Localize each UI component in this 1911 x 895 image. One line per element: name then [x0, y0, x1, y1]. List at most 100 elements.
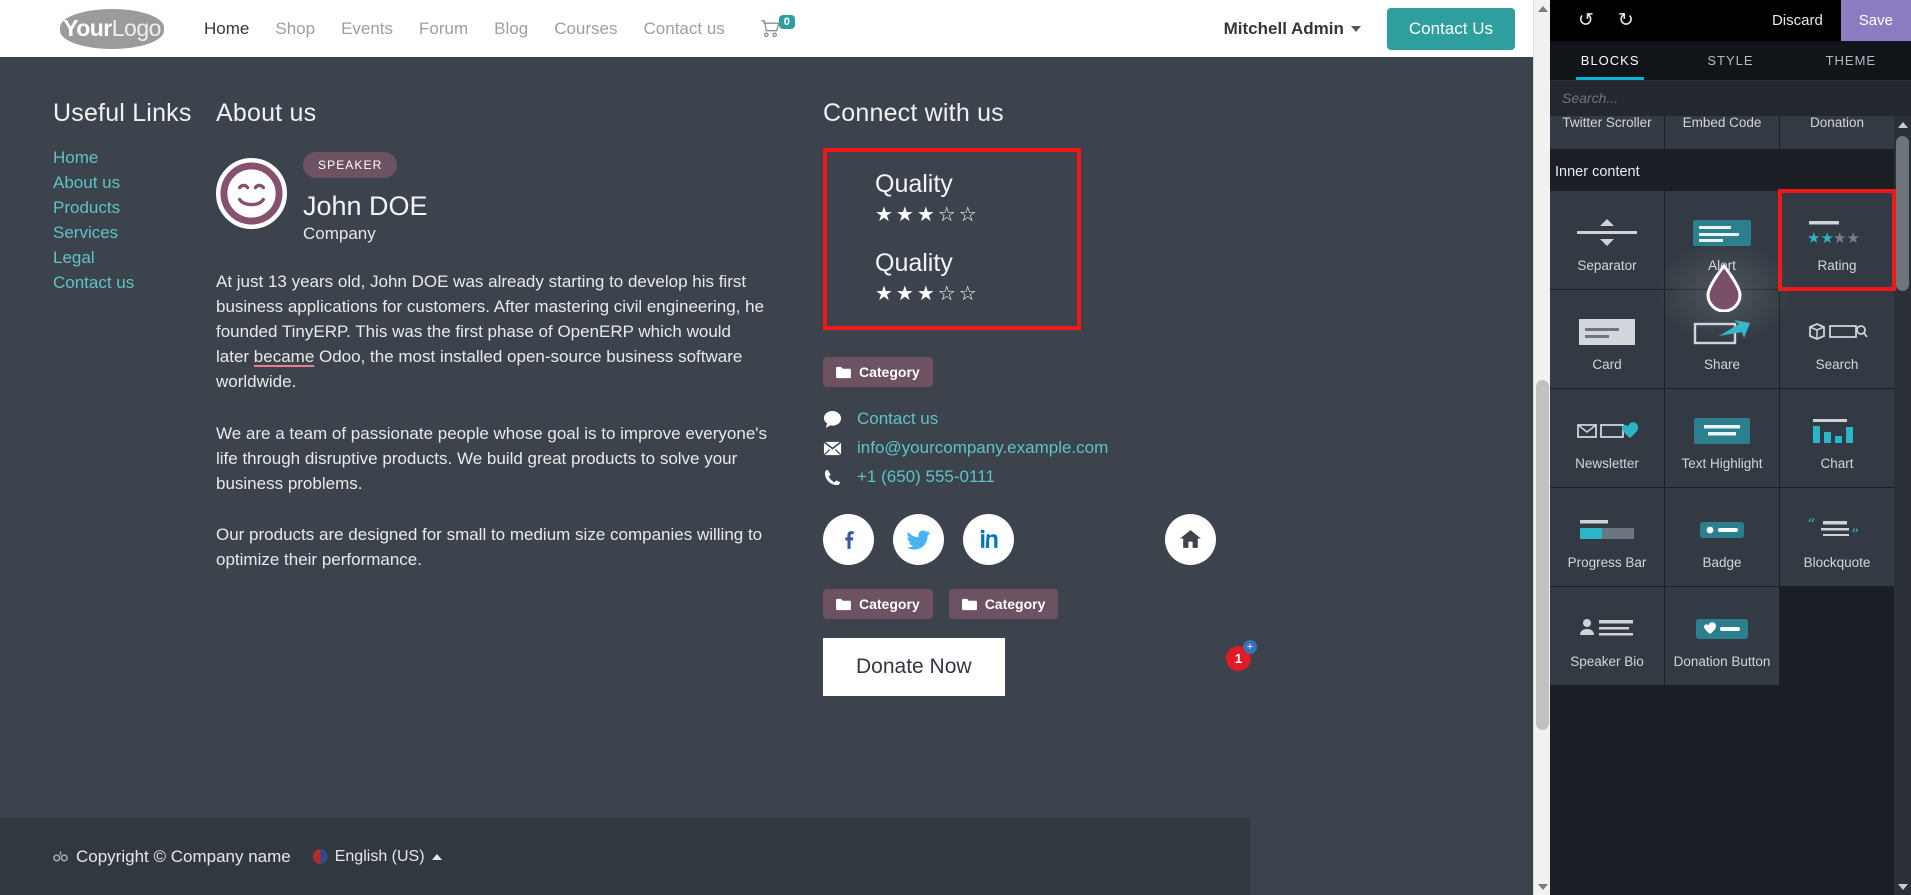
rating-label: Quality [875, 249, 953, 277]
social-linkedin[interactable] [963, 514, 1014, 565]
triangle-up-icon [1537, 5, 1548, 12]
snippet-search-block[interactable]: Search [1780, 290, 1894, 388]
language-label: English (US) [334, 847, 425, 865]
list-item: Home [53, 148, 208, 168]
cart-button[interactable]: 0 [759, 14, 795, 39]
social-home[interactable] [1165, 514, 1216, 565]
snippet-separator[interactable]: Separator [1550, 191, 1664, 289]
contact-item-phone: +1 (650) 555-0111 [823, 467, 1533, 487]
envelope-icon [823, 440, 842, 456]
snippet-search-wrapper [1550, 81, 1911, 116]
triangle-up-icon [1897, 121, 1908, 128]
contact-link-contact-us[interactable]: Contact us [857, 409, 938, 429]
undo-button[interactable]: ↺ [1566, 11, 1606, 30]
tab-style[interactable]: STYLE [1670, 41, 1790, 80]
footer-link-home[interactable]: Home [53, 148, 98, 167]
language-selector[interactable]: English (US) [312, 847, 442, 866]
scroll-down-button[interactable] [1534, 878, 1551, 895]
scroll-up-button[interactable] [1534, 0, 1551, 17]
chevron-up-icon [431, 853, 442, 860]
snippet-label: Rating [1817, 258, 1857, 273]
rating-block-selection[interactable]: Quality ★★★☆☆ Quality ★★★☆☆ [823, 148, 1081, 330]
footer-link-about-us[interactable]: About us [53, 173, 120, 192]
snippet-chart[interactable]: Chart [1780, 389, 1894, 487]
blockquote-icon: “” [1807, 510, 1867, 550]
footer-link-legal[interactable]: Legal [53, 248, 95, 267]
rating-block-1[interactable]: Quality ★★★☆☆ [875, 170, 1029, 227]
rating-block-2[interactable]: Quality ★★★☆☆ [875, 249, 1029, 306]
nav-item-home[interactable]: Home [204, 19, 249, 39]
donate-now-button[interactable]: Donate Now [823, 638, 1005, 696]
snippet-twitter-scroller[interactable]: Twitter Scroller [1550, 116, 1664, 149]
speaker-badge: SPEAKER [303, 152, 398, 178]
search-block-icon [1806, 312, 1868, 352]
nav-item-forum[interactable]: Forum [419, 19, 468, 39]
search-input[interactable] [1562, 90, 1899, 106]
nav-item-contact-us[interactable]: Contact us [644, 19, 725, 39]
snippet-badge[interactable]: Badge [1665, 488, 1779, 586]
discard-button[interactable]: Discard [1754, 0, 1841, 41]
contact-link-phone[interactable]: +1 (650) 555-0111 [857, 467, 995, 487]
svg-text:★★: ★★ [1833, 229, 1860, 247]
snippet-rating[interactable]: ★★ ★★ Rating [1778, 189, 1896, 291]
rating-stars[interactable]: ★★★☆☆ [875, 202, 1029, 227]
svg-text:“: “ [1807, 517, 1815, 534]
user-menu[interactable]: Mitchell Admin [1224, 19, 1361, 39]
snippet-label: Speaker Bio [1570, 654, 1644, 669]
nav-item-blog[interactable]: Blog [494, 19, 528, 39]
social-links [823, 514, 1533, 565]
category-badge-row-bottom: Category Category [823, 589, 1533, 619]
tab-theme[interactable]: THEME [1791, 41, 1911, 80]
scrollbar-thumb[interactable] [1536, 380, 1549, 730]
snippet-speaker-bio[interactable]: Speaker Bio [1550, 587, 1664, 685]
add-snippet-icon[interactable]: + [1243, 640, 1257, 654]
folder-icon [836, 598, 851, 610]
save-button[interactable]: Save [1840, 0, 1911, 41]
panel-scroll-up[interactable] [1894, 116, 1911, 133]
snippet-share[interactable]: Share [1665, 290, 1779, 388]
panel-scrollbar[interactable] [1894, 116, 1911, 895]
category-badge[interactable]: Category [948, 589, 1059, 619]
snippet-card[interactable]: Card [1550, 290, 1664, 388]
panel-scroll-down[interactable] [1894, 878, 1911, 895]
panel-scrollbar-thumb[interactable] [1896, 136, 1909, 291]
nav-item-shop[interactable]: Shop [275, 19, 315, 39]
site-logo[interactable]: Your Logo [60, 8, 164, 49]
snippet-newsletter[interactable]: Newsletter [1550, 389, 1664, 487]
nav-item-courses[interactable]: Courses [554, 19, 617, 39]
snippet-label: Donation [1809, 116, 1865, 130]
comment-icon [823, 410, 842, 428]
contact-link-email[interactable]: info@yourcompany.example.com [857, 438, 1108, 458]
nav-item-events[interactable]: Events [341, 19, 393, 39]
contact-item-email: info@yourcompany.example.com [823, 438, 1533, 458]
category-badge[interactable]: Category [823, 357, 933, 387]
snippet-text-highlight[interactable]: Text Highlight [1665, 389, 1779, 487]
snippet-blockquote[interactable]: “” Blockquote [1780, 488, 1894, 586]
snippet-label: Share [1703, 357, 1741, 372]
snippet-embed-code[interactable]: Embed Code [1665, 116, 1779, 149]
contact-us-button[interactable]: Contact Us [1386, 7, 1515, 50]
category-badge[interactable]: Category [823, 589, 933, 619]
footer-link-services[interactable]: Services [53, 223, 118, 242]
footer-link-contact-us[interactable]: Contact us [53, 273, 134, 292]
contact-list: Contact us info@yourcompany.example.com … [823, 409, 1533, 487]
flag-icon [312, 849, 328, 864]
snippet-donation-button[interactable]: Donation Button [1665, 587, 1779, 685]
text-highlight-icon [1694, 411, 1750, 451]
list-item: About us [53, 173, 208, 193]
page-scrollbar[interactable] [1533, 0, 1550, 895]
tab-blocks[interactable]: BLOCKS [1550, 41, 1670, 80]
snippet-progress-bar[interactable]: Progress Bar [1550, 488, 1664, 586]
primary-nav: Home Shop Events Forum Blog Courses Cont… [204, 19, 725, 39]
rating-label: Quality [875, 170, 953, 198]
snippet-donation[interactable]: Donation [1780, 116, 1894, 149]
footer-link-products[interactable]: Products [53, 198, 120, 217]
redo-button[interactable]: ↻ [1606, 11, 1646, 30]
svg-text:”: ” [1851, 525, 1859, 543]
linkedin-icon [980, 529, 998, 548]
category-badge-label: Category [859, 364, 920, 380]
social-facebook[interactable] [823, 514, 874, 565]
rating-stars[interactable]: ★★★☆☆ [875, 281, 1029, 306]
social-twitter[interactable] [893, 514, 944, 565]
snippet-alert[interactable]: Alert [1665, 191, 1779, 289]
